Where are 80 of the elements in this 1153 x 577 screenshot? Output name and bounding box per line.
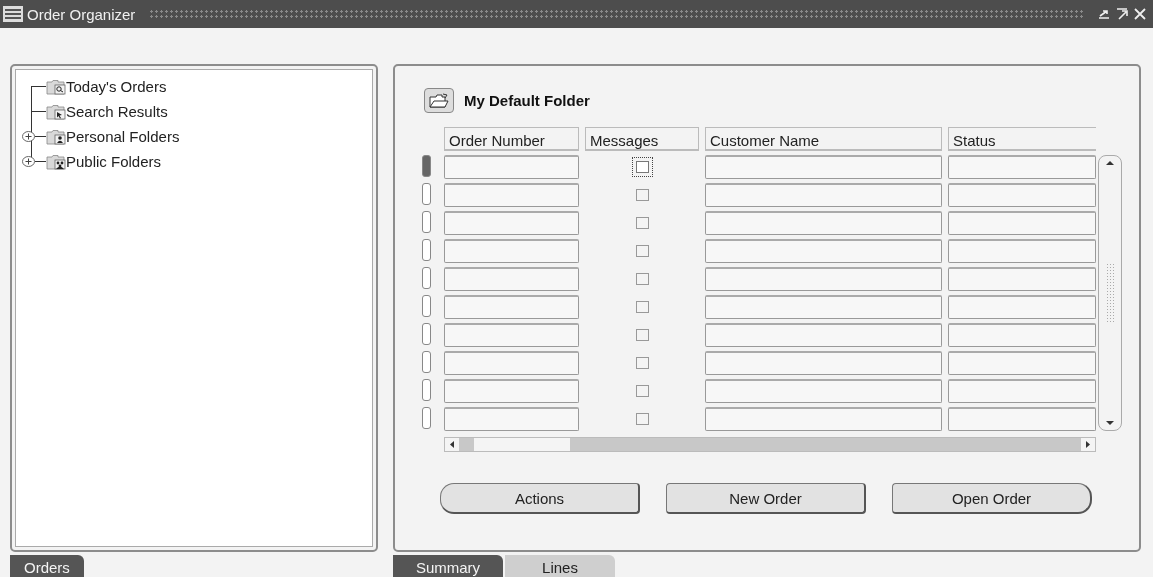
tree-item[interactable]: Personal Folders [66,128,180,145]
customer-name-field[interactable] [705,407,942,431]
window-title: Order Organizer [27,5,136,23]
action-button[interactable]: Actions [440,483,640,514]
record-indicator[interactable] [422,155,431,177]
order-number-field[interactable] [444,267,579,291]
tree-item[interactable]: Search Results [66,103,168,120]
person-folder-icon [46,128,66,145]
folder-title: My Default Folder [464,92,590,109]
close-icon[interactable] [1133,7,1147,21]
customer-name-field[interactable] [705,211,942,235]
cursor-folder-icon [46,103,66,120]
record-indicator[interactable] [422,239,431,261]
tab[interactable]: Lines [505,555,615,577]
record-indicator[interactable] [422,379,431,401]
app-icon [3,6,23,22]
status-field[interactable] [948,267,1096,291]
column-header: Status [948,127,1096,151]
message-checkbox[interactable] [635,245,649,257]
customer-name-field[interactable] [705,155,942,179]
customer-name-field[interactable] [705,239,942,263]
column-header: Customer Name [705,127,942,151]
order-number-field[interactable] [444,351,579,375]
message-checkbox[interactable] [635,273,649,285]
message-checkbox[interactable] [635,189,649,201]
message-checkbox[interactable] [635,301,649,313]
tab[interactable]: Summary [393,555,503,577]
message-checkbox[interactable] [635,329,649,341]
message-checkbox[interactable] [635,385,649,397]
status-field[interactable] [948,295,1096,319]
action-button[interactable]: New Order [666,483,866,514]
message-checkbox[interactable] [635,413,649,425]
status-field[interactable] [948,155,1096,179]
order-number-field[interactable] [444,323,579,347]
open-folder-button[interactable] [424,88,454,113]
order-number-field[interactable] [444,155,579,179]
status-field[interactable] [948,323,1096,347]
status-field[interactable] [948,239,1096,263]
record-indicator[interactable] [422,267,431,289]
customer-name-field[interactable] [705,379,942,403]
order-number-field[interactable] [444,379,579,403]
record-indicator[interactable] [422,351,431,373]
order-number-field[interactable] [444,239,579,263]
record-indicator[interactable] [422,407,431,429]
order-number-field[interactable] [444,183,579,207]
status-field[interactable] [948,183,1096,207]
column-header: Messages [585,127,699,151]
order-number-field[interactable] [444,407,579,431]
search-folder-icon [46,78,66,95]
action-button[interactable]: Open Order [892,483,1092,514]
order-number-field[interactable] [444,295,579,319]
expand-icon[interactable] [22,131,35,142]
tree-item[interactable]: Today's Orders [66,78,167,95]
status-field[interactable] [948,351,1096,375]
expand-icon[interactable] [22,156,35,167]
maximize-icon[interactable] [1115,7,1129,21]
customer-name-field[interactable] [705,295,942,319]
record-indicator[interactable] [422,183,431,205]
vertical-scrollbar[interactable] [1098,155,1122,431]
customer-name-field[interactable] [705,267,942,291]
tab[interactable]: Orders [10,555,84,577]
minimize-icon[interactable] [1097,7,1111,21]
customer-name-field[interactable] [705,351,942,375]
record-indicator[interactable] [422,295,431,317]
scroll-left-icon[interactable] [445,438,459,451]
status-field[interactable] [948,407,1096,431]
customer-name-field[interactable] [705,323,942,347]
message-checkbox[interactable] [635,357,649,369]
horizontal-scrollbar[interactable] [444,437,1096,452]
status-field[interactable] [948,379,1096,403]
customer-name-field[interactable] [705,183,942,207]
column-header: Order Number [444,127,579,151]
order-number-field[interactable] [444,211,579,235]
tree-item[interactable]: Public Folders [66,153,162,170]
message-checkbox[interactable] [635,217,649,229]
group-folder-icon [46,153,66,170]
record-indicator[interactable] [422,323,431,345]
status-field[interactable] [948,211,1096,235]
record-indicator[interactable] [422,211,431,233]
scroll-right-icon[interactable] [1081,438,1095,451]
